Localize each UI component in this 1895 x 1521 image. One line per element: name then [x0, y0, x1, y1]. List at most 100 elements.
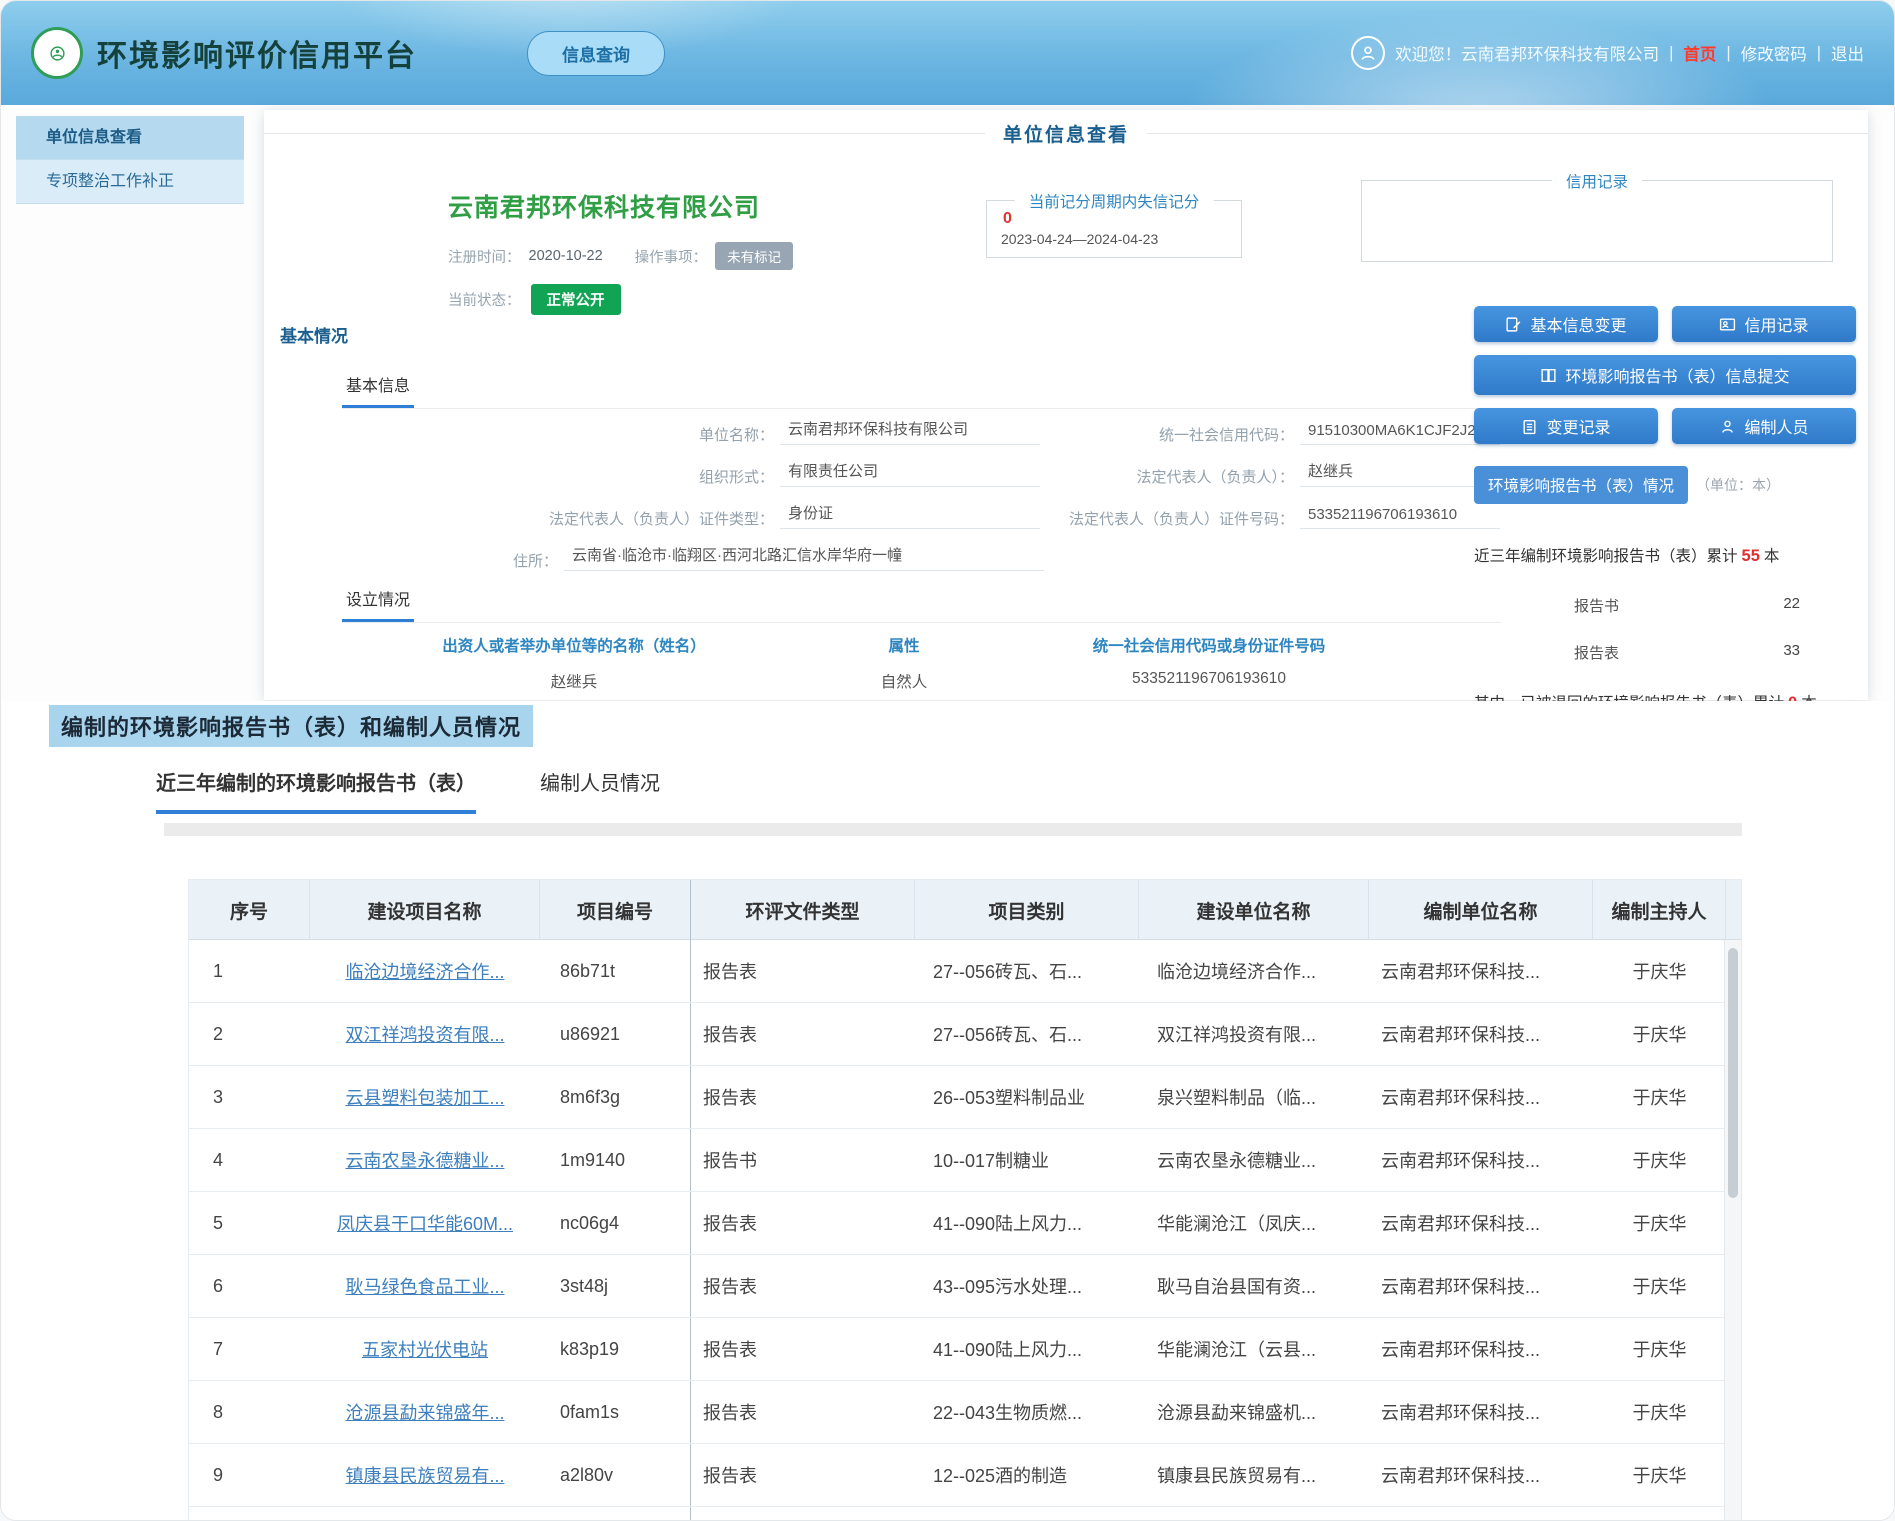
table-cell: 于庆华: [1593, 1255, 1726, 1317]
column-header: 编制主持人: [1593, 880, 1726, 940]
table-cell: 云南君邦环保科技...: [1369, 1255, 1593, 1317]
table-cell: u86921: [540, 1003, 691, 1065]
table-cell: 3st48j: [540, 1255, 691, 1317]
company-block: 云南君邦环保科技有限公司 注册时间： 2020-10-22 操作事项： 未有标记…: [448, 188, 793, 315]
table-cell: 6: [189, 1255, 310, 1317]
table-cell: 41--090陆上风力...: [915, 1318, 1139, 1380]
operation-badge: 未有标记: [715, 242, 793, 270]
column-header: 建设项目名称: [310, 880, 540, 940]
field-label: 法定代表人（负责人）：: [1044, 466, 1294, 487]
edit-doc-icon: [1505, 316, 1522, 333]
separator: |: [1726, 44, 1730, 63]
column-header: 编制单位名称: [1369, 880, 1593, 940]
report-table: 序号建设项目名称项目编号环评文件类型项目类别建设单位名称编制单位名称编制主持人 …: [188, 879, 1742, 1521]
table-cell: 报告书: [691, 1129, 915, 1191]
table-cell: 5: [189, 1192, 310, 1254]
table-cell: 9: [189, 1444, 310, 1506]
stat-total: 近三年编制环境影响报告书（表）累计55本: [1474, 544, 1856, 569]
table-cell: 于庆华: [1593, 1444, 1726, 1506]
table-cell: 华能澜沧江（云县...: [1139, 1318, 1369, 1380]
project-name-link[interactable]: 凤庆县干口华能60M...: [337, 1210, 513, 1236]
table-cell: [310, 1507, 540, 1521]
report-table-header: 序号建设项目名称项目编号环评文件类型项目类别建设单位名称编制单位名称编制主持人: [189, 880, 1741, 940]
column-header: 序号: [189, 880, 310, 940]
table-cell: 五家村光伏电站: [310, 1318, 540, 1380]
table-cell: 双江祥鸿投资有限...: [1139, 1003, 1369, 1065]
separator: |: [1669, 44, 1673, 63]
table-row: [189, 1507, 1741, 1521]
project-name-link[interactable]: 云县塑料包装加工...: [345, 1084, 504, 1110]
table-row: 3云县塑料包装加工...8m6f3g报告表26--053塑料制品业泉兴塑料制品（…: [189, 1066, 1741, 1129]
status-label: 当前状态：: [448, 289, 521, 310]
stat-total-value: 55: [1738, 547, 1764, 565]
tab-setup-info[interactable]: 设立情况: [342, 582, 414, 622]
table-cell: 于庆华: [1593, 1066, 1726, 1128]
basic-info-tabs: 基本信息: [342, 368, 1502, 409]
table-cell: 泉兴塑料制品（临...: [1139, 1066, 1369, 1128]
field-label: 组织形式：: [344, 466, 774, 487]
table-cell: 26--053塑料制品业: [915, 1066, 1139, 1128]
link-logout[interactable]: 退出: [1831, 41, 1864, 65]
divider: [1147, 133, 1868, 134]
report-submit-button[interactable]: 环境影响报告书（表）信息提交: [1474, 355, 1856, 395]
field-value: 533521196706193610: [1300, 506, 1500, 529]
top-header: 环境影响评价信用平台 信息查询 欢迎您！云南君邦环保科技有限公司 | 首页 | …: [1, 1, 1894, 105]
table-cell: 报告表: [691, 940, 915, 1002]
field-value: 有限责任公司: [780, 460, 1040, 487]
sidebar-item-special-rectification[interactable]: 专项整治工作补正: [16, 160, 244, 204]
table-row: 5凤庆县干口华能60M...nc06g4报告表41--090陆上风力...华能澜…: [189, 1192, 1741, 1255]
table-cell: 于庆华: [1593, 1318, 1726, 1380]
tab-basic-info[interactable]: 基本信息: [342, 368, 414, 408]
table-cell: 3: [189, 1066, 310, 1128]
reg-time-value: 2020-10-22: [529, 248, 603, 264]
table-cell: 临沧边境经济合作...: [310, 940, 540, 1002]
reg-time-label: 注册时间：: [448, 246, 521, 267]
table-cell: 云南农垦永德糖业...: [1139, 1129, 1369, 1191]
project-name-link[interactable]: 双江祥鸿投资有限...: [345, 1021, 504, 1047]
table-cell: 沧源县勐来锦盛机...: [1139, 1381, 1369, 1443]
project-name-link[interactable]: 镇康县民族贸易有...: [345, 1462, 504, 1488]
column-header: 建设单位名称: [1139, 880, 1369, 940]
table-cell: 于庆华: [1593, 1381, 1726, 1443]
table-cell: [540, 1507, 691, 1521]
tab-staff-info[interactable]: 编制人员情况: [540, 767, 660, 814]
staff-button[interactable]: 编制人员: [1672, 408, 1856, 444]
table-cell: [1139, 1507, 1369, 1521]
table-cell: [691, 1507, 915, 1521]
project-name-link[interactable]: 临沧边境经济合作...: [345, 958, 504, 984]
table-row: 4云南农垦永德糖业...1m9140报告书10--017制糖业云南农垦永德糖业.…: [189, 1129, 1741, 1192]
table-cell: 镇康县民族贸易有...: [1139, 1444, 1369, 1506]
link-home[interactable]: 首页: [1683, 41, 1716, 65]
tab-divider-bar: [164, 823, 1742, 836]
credit-box-title: 信用记录: [1552, 170, 1642, 192]
project-name-link[interactable]: 耿马绿色食品工业...: [345, 1273, 504, 1299]
link-change-password[interactable]: 修改密码: [1741, 41, 1807, 65]
report-section-banner: 编制的环境影响报告书（表）和编制人员情况: [49, 705, 533, 747]
table-scrollbar-thumb[interactable]: [1728, 948, 1738, 1198]
table-cell: 镇康县民族贸易有...: [310, 1444, 540, 1506]
user-avatar-icon: [1351, 36, 1385, 70]
table-cell: 云南君邦环保科技...: [1369, 1381, 1593, 1443]
table-cell: 1: [189, 940, 310, 1002]
info-query-button[interactable]: 信息查询: [527, 31, 665, 76]
table-cell: 7: [189, 1318, 310, 1380]
setup-table-row: 赵继兵 自然人 533521196706193610: [364, 662, 1394, 700]
change-record-button[interactable]: 变更记录: [1474, 408, 1658, 444]
project-name-link[interactable]: 云南农垦永德糖业...: [345, 1147, 504, 1173]
table-cell: [1593, 1507, 1726, 1521]
table-cell: 4: [189, 1129, 310, 1191]
credit-record-button[interactable]: 信用记录: [1672, 306, 1856, 342]
table-scrollbar[interactable]: [1724, 940, 1741, 1521]
tab-recent-reports[interactable]: 近三年编制的环境影响报告书（表）: [156, 767, 476, 814]
main-panel: 单位信息查看 云南君邦环保科技有限公司 注册时间： 2020-10-22 操作事…: [264, 110, 1868, 700]
table-cell: 云县塑料包装加工...: [310, 1066, 540, 1128]
table-cell: 于庆华: [1593, 940, 1726, 1002]
table-cell: 8: [189, 1381, 310, 1443]
field-label: 法定代表人（负责人）证件号码：: [1044, 508, 1294, 529]
project-name-link[interactable]: 沧源县勐来锦盛年...: [345, 1399, 504, 1425]
basic-change-button[interactable]: 基本信息变更: [1474, 306, 1658, 342]
sidebar-item-unit-info[interactable]: 单位信息查看: [16, 116, 244, 160]
project-name-link[interactable]: 五家村光伏电站: [362, 1336, 488, 1362]
credit-record-box: 信用记录: [1361, 180, 1833, 262]
field-label: 住所：: [344, 550, 558, 571]
